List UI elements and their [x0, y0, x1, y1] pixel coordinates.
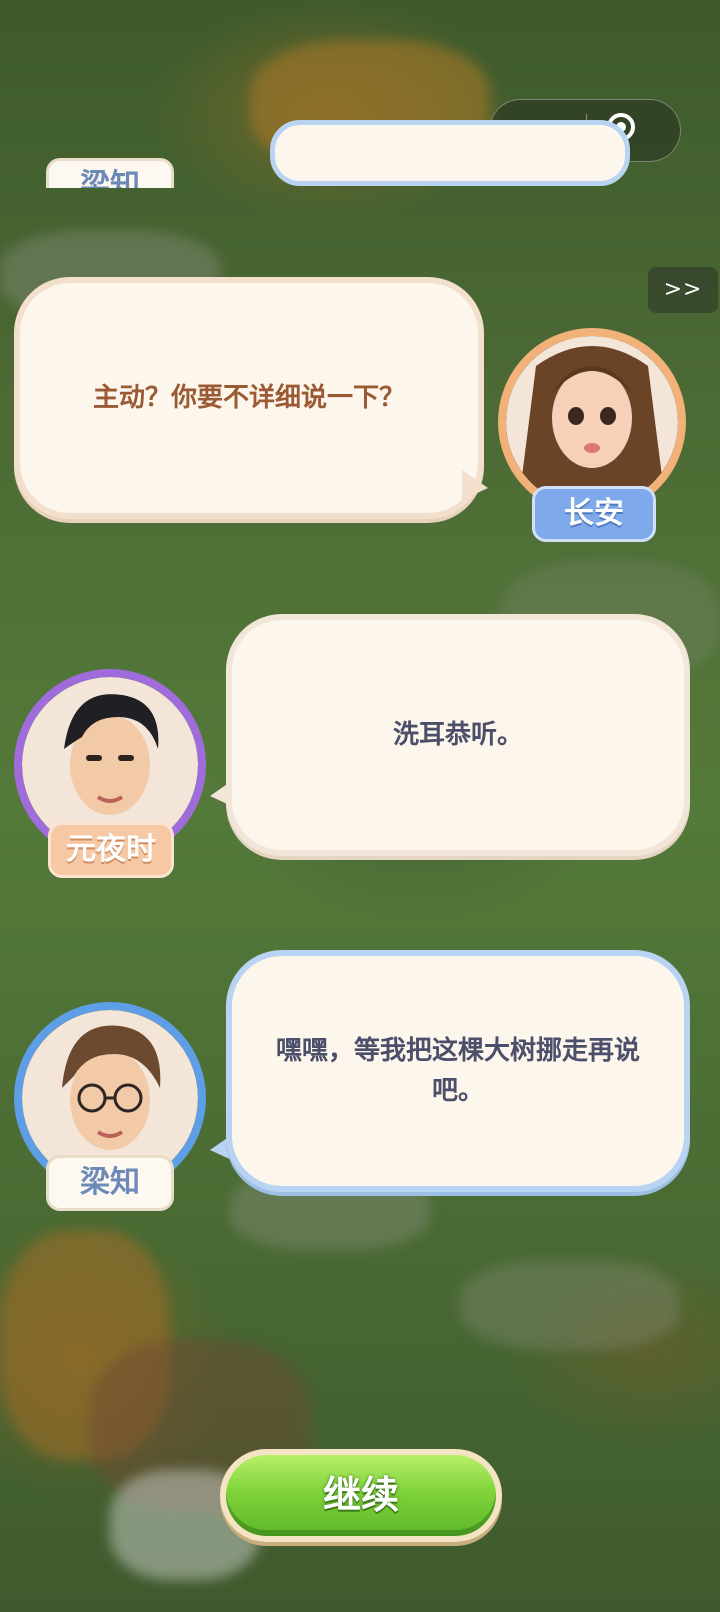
bg-stone-patch [460, 1260, 680, 1350]
dialogue-text: 主动？你要不详细说一下？ [92, 383, 405, 413]
dialogue-bubble-liangzhi: 嘿嘿，等我把这棵大树挪走再说吧。 [226, 950, 690, 1192]
dialogue-text: 嘿嘿，等我把这棵大树挪走再说吧。 [275, 1036, 640, 1106]
dialogue-bubble-yuanyeshi: 洗耳恭听。 [226, 614, 690, 856]
continue-button[interactable]: 继续 [220, 1449, 502, 1542]
nameplate-changan: 长安 [532, 486, 656, 542]
nameplate-yuanyeshi: 元夜时 [48, 822, 174, 878]
dialogue-bubble-changan: 主动？你要不详细说一下？ [14, 277, 484, 519]
game-scene: 梁知 >> 主动？你要不详细说一下？ 长安 元夜时 洗耳恭听。 梁知 嘿嘿，等我… [0, 0, 720, 1612]
previous-dialogue-clip: 梁知 [0, 0, 720, 188]
prev-bubble-fragment [270, 120, 630, 186]
dialogue-text: 洗耳恭听。 [392, 720, 523, 750]
bubble-tail [462, 470, 488, 500]
nameplate-liangzhi: 梁知 [46, 1155, 174, 1211]
nameplate-liangzhi-previous: 梁知 [46, 158, 174, 188]
skip-button[interactable]: >> [648, 267, 718, 313]
